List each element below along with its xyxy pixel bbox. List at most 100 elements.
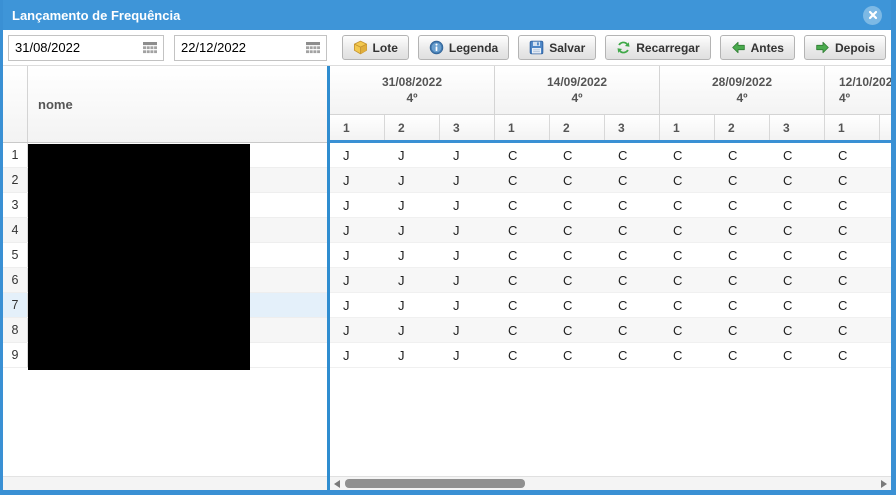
attendance-cell[interactable]: J (385, 343, 440, 367)
attendance-cell[interactable]: J (330, 293, 385, 317)
attendance-cell[interactable]: J (440, 318, 495, 342)
attendance-cell[interactable]: C (880, 318, 891, 342)
attendance-cell[interactable]: J (330, 168, 385, 192)
attendance-cell[interactable]: C (770, 168, 825, 192)
lesson-column-header[interactable]: 3 (770, 115, 825, 140)
attendance-cell[interactable]: J (330, 243, 385, 267)
lesson-column-header[interactable]: 3 (440, 115, 495, 140)
lesson-column-header[interactable]: 1 (495, 115, 550, 140)
lesson-column-header[interactable]: 3 (605, 115, 660, 140)
attendance-cell[interactable]: J (385, 193, 440, 217)
attendance-cell[interactable]: C (660, 168, 715, 192)
attendance-cell[interactable]: C (880, 143, 891, 167)
attendance-cell[interactable]: C (495, 143, 550, 167)
name-column-header[interactable]: nome (28, 66, 327, 142)
attendance-cell[interactable]: C (715, 143, 770, 167)
attendance-cell[interactable]: C (605, 218, 660, 242)
attendance-cell[interactable]: C (825, 243, 880, 267)
lesson-column-header[interactable]: 1 (330, 115, 385, 140)
attendance-cell[interactable]: C (550, 143, 605, 167)
attendance-cell[interactable]: C (770, 318, 825, 342)
attendance-cell[interactable]: C (550, 293, 605, 317)
recarregar-button[interactable]: Recarregar (605, 35, 711, 60)
attendance-cell[interactable]: C (825, 293, 880, 317)
lesson-column-header[interactable]: 2 (385, 115, 440, 140)
attendance-cell[interactable]: J (330, 218, 385, 242)
horizontal-scrollbar[interactable] (330, 476, 891, 490)
attendance-cell[interactable]: C (825, 193, 880, 217)
attendance-cell[interactable]: C (495, 218, 550, 242)
lesson-column-header[interactable]: 2 (880, 115, 891, 140)
attendance-cell[interactable]: C (715, 343, 770, 367)
lesson-column-header[interactable]: 2 (550, 115, 605, 140)
attendance-cell[interactable]: J (385, 218, 440, 242)
attendance-cell[interactable]: C (770, 243, 825, 267)
attendance-cell[interactable]: C (605, 343, 660, 367)
attendance-cell[interactable]: C (770, 293, 825, 317)
attendance-cell[interactable]: C (880, 293, 891, 317)
attendance-cell[interactable]: C (550, 318, 605, 342)
attendance-cell[interactable]: C (825, 143, 880, 167)
attendance-cell[interactable]: J (330, 343, 385, 367)
attendance-cell[interactable]: C (550, 243, 605, 267)
attendance-cell[interactable]: C (605, 243, 660, 267)
attendance-cell[interactable]: J (440, 293, 495, 317)
close-button[interactable] (863, 5, 882, 25)
attendance-cell[interactable]: J (440, 268, 495, 292)
date-group-header[interactable]: 12/10/2022 4º (825, 66, 891, 115)
date-group-header[interactable]: 28/09/2022 4º (660, 66, 825, 115)
attendance-cell[interactable]: J (385, 243, 440, 267)
attendance-cell[interactable]: J (385, 268, 440, 292)
attendance-cell[interactable]: J (385, 168, 440, 192)
scrollbar-thumb[interactable] (345, 479, 525, 488)
attendance-cell[interactable]: C (715, 243, 770, 267)
attendance-cell[interactable]: C (660, 318, 715, 342)
legenda-button[interactable]: Legenda (417, 35, 510, 60)
attendance-cell[interactable]: J (330, 143, 385, 167)
attendance-cell[interactable]: C (660, 343, 715, 367)
attendance-cell[interactable]: C (495, 343, 550, 367)
attendance-cell[interactable]: J (440, 243, 495, 267)
attendance-cell[interactable]: J (385, 318, 440, 342)
attendance-cell[interactable]: C (550, 193, 605, 217)
attendance-cell[interactable]: C (495, 193, 550, 217)
attendance-cell[interactable]: J (330, 318, 385, 342)
attendance-cell[interactable]: C (880, 268, 891, 292)
attendance-cell[interactable]: C (825, 168, 880, 192)
date-group-header[interactable]: 31/08/2022 4º (330, 66, 495, 115)
attendance-cell[interactable]: C (770, 218, 825, 242)
attendance-cell[interactable]: C (660, 143, 715, 167)
scroll-left-arrow-icon[interactable] (332, 479, 342, 489)
attendance-cell[interactable]: C (770, 343, 825, 367)
attendance-cell[interactable]: C (825, 218, 880, 242)
calendar-icon[interactable] (305, 41, 320, 54)
attendance-cell[interactable]: J (440, 143, 495, 167)
attendance-cell[interactable]: C (550, 218, 605, 242)
attendance-cell[interactable]: C (550, 268, 605, 292)
attendance-cell[interactable]: C (770, 143, 825, 167)
attendance-cell[interactable]: C (660, 243, 715, 267)
attendance-cell[interactable]: C (660, 268, 715, 292)
attendance-cell[interactable]: C (550, 343, 605, 367)
depois-button[interactable]: Depois (803, 35, 886, 60)
attendance-cell[interactable]: C (660, 293, 715, 317)
attendance-cell[interactable]: C (715, 193, 770, 217)
attendance-cell[interactable]: C (715, 268, 770, 292)
lesson-column-header[interactable]: 2 (715, 115, 770, 140)
attendance-cell[interactable]: C (495, 168, 550, 192)
attendance-cell[interactable]: J (440, 343, 495, 367)
attendance-cell[interactable]: J (440, 168, 495, 192)
end-date-input[interactable] (180, 40, 302, 55)
attendance-cell[interactable]: J (330, 193, 385, 217)
attendance-cell[interactable]: C (495, 293, 550, 317)
attendance-cell[interactable]: C (495, 268, 550, 292)
start-date-input[interactable] (15, 40, 139, 55)
attendance-cell[interactable]: C (825, 318, 880, 342)
attendance-cell[interactable]: J (440, 193, 495, 217)
attendance-cell[interactable]: C (605, 293, 660, 317)
attendance-cell[interactable]: C (770, 193, 825, 217)
calendar-icon[interactable] (142, 41, 157, 54)
attendance-cell[interactable]: C (495, 318, 550, 342)
attendance-cell[interactable]: C (880, 168, 891, 192)
attendance-cell[interactable]: C (605, 143, 660, 167)
